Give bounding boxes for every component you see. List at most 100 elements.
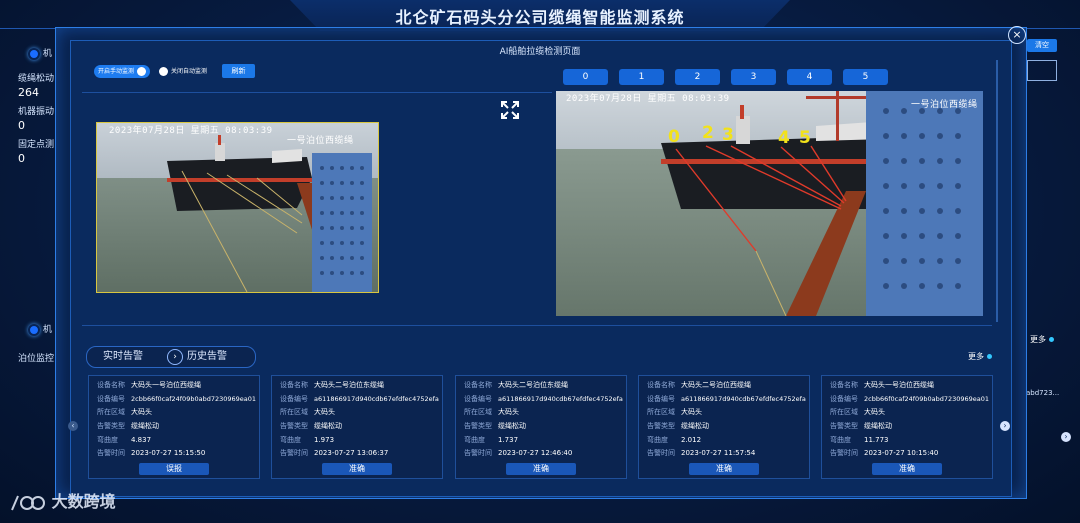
alert-card: 设备名称 大码头一号泊位西缆绳 设备编号 2cbb66f0caf24f09b0abd… [88, 375, 260, 479]
camera-button-4[interactable]: 4 [787, 69, 832, 85]
carousel-prev-icon[interactable]: ‹ [68, 421, 78, 431]
modal-title: AI船舶拉缆检测页面 [499, 47, 581, 57]
field-label: 弯曲度 [97, 436, 118, 444]
more-dot-icon [986, 354, 992, 359]
left-section-2: 机 [28, 322, 52, 336]
field-label: 设备编号 [647, 395, 675, 403]
field-label: 弯曲度 [830, 436, 851, 444]
accurate-button[interactable]: 准确 [506, 463, 576, 475]
field-label: 设备名称 [830, 381, 858, 389]
right-input-box[interactable] [1027, 60, 1057, 81]
left-camera-location: 一号泊位西缆绳 [287, 136, 354, 146]
left-divider [82, 92, 552, 93]
watermark-logo-icon [10, 492, 46, 514]
alert-time: 2023-07-27 11:57:54 [681, 449, 756, 457]
alert-card: 设备名称 大码头一号泊位西缆绳 设备编号 2cbb66f0caf24f09b0abd… [821, 375, 993, 479]
curvature-value: 11.773 [864, 436, 889, 444]
scrollbar[interactable] [996, 60, 998, 322]
alert-time: 2023-07-27 13:06:37 [314, 449, 389, 457]
alert-card: 设备名称 大码头二号泊位东缆绳 设备编号 a611866917d940cdb67ef… [455, 375, 627, 479]
field-label: 所在区域 [280, 408, 308, 416]
false-alarm-button[interactable]: 误报 [139, 463, 209, 475]
camera-button-3[interactable]: 3 [731, 69, 776, 85]
field-label: 告警时间 [464, 449, 492, 457]
device-code: a611866917d940cdb67efdfec4752efa [314, 395, 439, 403]
rope-label-3: 3 [722, 125, 734, 145]
alert-time: 2023-07-27 15:15:50 [131, 449, 206, 457]
device-name: 大码头二号泊位东缆绳 [314, 381, 384, 389]
rope-label-0: 0 [668, 127, 680, 147]
refresh-button[interactable]: 刷新 [222, 64, 255, 78]
camera-button-5[interactable]: 5 [843, 69, 888, 85]
alert-card: 设备名称 大码头二号泊位西缆绳 设备编号 a611866917d940cdb67ef… [638, 375, 810, 479]
left-item-1-value: 0 [18, 119, 25, 132]
field-label: 弯曲度 [280, 436, 301, 444]
field-label: 告警类型 [830, 422, 858, 430]
alert-type: 缆绳松动 [131, 422, 159, 430]
watermark: 大数跨境 [10, 488, 116, 514]
accurate-button[interactable]: 准确 [322, 463, 392, 475]
device-area: 大码头 [864, 408, 885, 416]
field-label: 设备名称 [464, 381, 492, 389]
manual-monitor-label: 开启手动监测 [98, 68, 135, 75]
device-name: 大码头二号泊位东缆绳 [498, 381, 568, 389]
right-camera-view[interactable]: 2023年07月28日 星期五 08:03:39 一号泊位西缆绳 0 2 3 4… [556, 91, 983, 316]
chevron-right-icon[interactable]: › [167, 349, 183, 365]
field-label: 告警时间 [280, 449, 308, 457]
berth-monitor-label: 泊位监控 [18, 354, 55, 364]
rope-label-5: 5 [799, 128, 811, 148]
curvature-value: 2.012 [681, 436, 702, 444]
page-title: 北仑矿石码头分公司缆绳智能监测系统 [395, 8, 685, 27]
close-icon[interactable]: × [1008, 26, 1026, 44]
device-area: 大码头 [498, 408, 519, 416]
right-more-link[interactable]: 更多 [1030, 334, 1054, 345]
left-section-1: 机 [28, 46, 52, 60]
alert-type: 缆绳松动 [314, 422, 342, 430]
field-label: 设备编号 [464, 395, 492, 403]
field-label: 设备名称 [647, 381, 675, 389]
carousel-next-icon[interactable]: › [1000, 421, 1010, 431]
left-section-1-label: 机 [42, 49, 52, 59]
field-label: 设备编号 [830, 395, 858, 403]
left-section-2-label: 机 [42, 325, 52, 335]
field-label: 设备编号 [280, 395, 308, 403]
device-code: a611866917d940cdb67efdfec4752efa [681, 395, 806, 403]
toggle-knob [137, 67, 147, 76]
tab-realtime-alerts[interactable]: 实时告警 [103, 347, 143, 367]
rope-label-2: 2 [702, 123, 714, 143]
rope-label-4: 4 [778, 128, 790, 148]
field-label: 弯曲度 [647, 436, 668, 444]
watermark-text: 大数跨境 [51, 492, 116, 511]
left-item-1-label: 机器振动 [18, 107, 55, 117]
camera-button-0[interactable]: 0 [563, 69, 608, 85]
device-name: 大码头二号泊位西缆绳 [681, 381, 751, 389]
camera-button-2[interactable]: 2 [675, 69, 720, 85]
right-camera-location: 一号泊位西缆绳 [911, 100, 978, 110]
auto-monitor-label: 关闭自动监测 [171, 68, 208, 75]
device-area: 大码头 [681, 408, 702, 416]
device-code: 2cbb66f0caf24f09b0abd7230969ea01 [864, 395, 990, 403]
alerts-more-link[interactable]: 更多 [968, 351, 992, 362]
alert-card: 设备名称 大码头二号泊位东缆绳 设备编号 a611866917d940cdb67ef… [271, 375, 443, 479]
field-label: 所在区域 [97, 408, 125, 416]
auto-monitor-toggle[interactable]: 关闭自动监测 [159, 66, 207, 76]
field-label: 所在区域 [647, 408, 675, 416]
manual-monitor-toggle[interactable]: 开启手动监测 [94, 65, 151, 78]
device-name: 大码头一号泊位西缆绳 [864, 381, 934, 389]
accurate-button[interactable]: 准确 [872, 463, 942, 475]
accurate-button[interactable]: 准确 [689, 463, 759, 475]
fullscreen-icon[interactable] [501, 101, 519, 119]
right-next-arrow-icon[interactable]: › [1061, 432, 1071, 442]
alert-time: 2023-07-27 10:15:40 [864, 449, 939, 457]
camera-button-1[interactable]: 1 [619, 69, 664, 85]
field-label: 设备编号 [97, 395, 125, 403]
tab-history-alerts[interactable]: 历史告警 [187, 347, 227, 367]
field-label: 设备名称 [280, 381, 308, 389]
right-camera-timestamp: 2023年07月28日 星期五 08:03:39 [566, 94, 730, 104]
field-label: 告警类型 [280, 422, 308, 430]
alert-type: 缆绳松动 [498, 422, 526, 430]
clear-button[interactable]: 清空 [1027, 39, 1057, 52]
left-camera-view[interactable]: 2023年07月28日 星期五 08:03:39 一号泊位西缆绳 [96, 122, 379, 293]
more-dot-icon [1048, 337, 1054, 342]
field-label: 弯曲度 [464, 436, 485, 444]
